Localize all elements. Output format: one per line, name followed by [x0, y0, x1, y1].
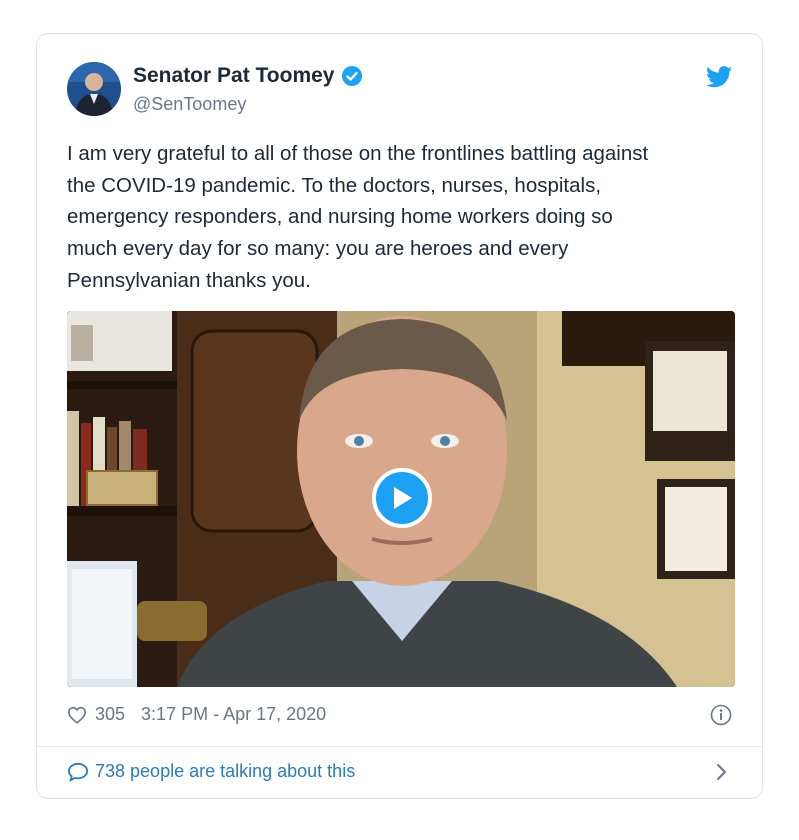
tweet-card: Senator Pat Toomey @SenToomey I am very …	[36, 33, 763, 799]
video-thumbnail[interactable]	[67, 311, 735, 687]
chevron-right-icon[interactable]	[716, 763, 728, 781]
info-icon[interactable]	[710, 704, 732, 726]
play-icon	[394, 487, 412, 509]
like-count[interactable]: 305	[95, 704, 125, 725]
user-handle[interactable]: @SenToomey	[133, 94, 246, 115]
tweet-text-line: emergency responders, and nursing home w…	[67, 205, 613, 229]
avatar[interactable]	[67, 62, 121, 116]
speech-bubble-icon	[67, 762, 89, 782]
tweet-text-line: I am very grateful to all of those on th…	[67, 142, 649, 165]
tweet-text-line: much every day for so many: you are hero…	[67, 237, 569, 261]
tweet-text-line: the COVID-19 pandemic. To the doctors, n…	[67, 173, 602, 197]
conversation-link[interactable]: 738 people are talking about this	[67, 761, 355, 782]
divider	[37, 746, 762, 747]
tweet-text: I am very grateful to all of those on th…	[67, 138, 737, 297]
timestamp[interactable]: 3:17 PM - Apr 17, 2020	[141, 704, 326, 725]
conversation-label: 738 people are talking about this	[95, 761, 356, 781]
verified-badge-icon	[341, 65, 363, 87]
name-row: Senator Pat Toomey	[133, 64, 363, 88]
heart-icon[interactable]	[67, 706, 87, 724]
tweet-text-line: Pennsylvanian thanks you.	[67, 268, 311, 292]
play-button[interactable]	[372, 468, 432, 528]
display-name[interactable]: Senator Pat Toomey	[133, 64, 335, 88]
twitter-bird-icon[interactable]	[706, 66, 732, 88]
tweet-meta: 305 3:17 PM - Apr 17, 2020	[67, 704, 326, 725]
